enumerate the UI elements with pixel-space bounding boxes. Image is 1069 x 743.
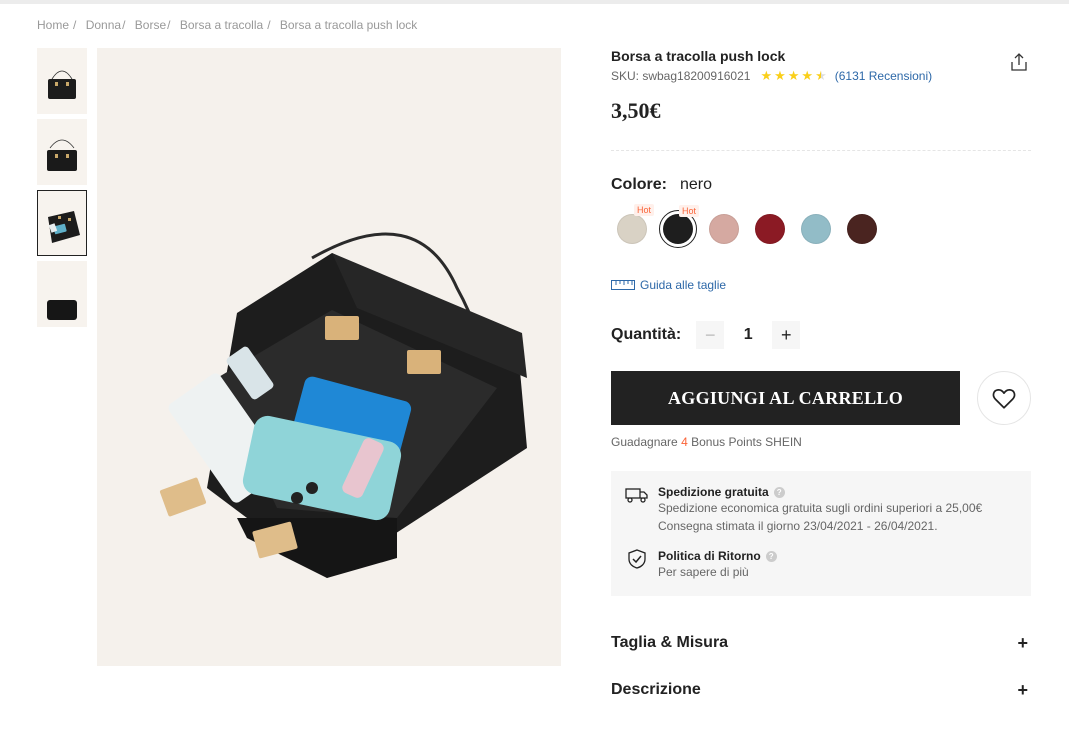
quantity-label: Quantità: (611, 326, 682, 343)
cart-row: AGGIUNGI AL CARRELLO (611, 371, 1031, 425)
help-icon[interactable]: ? (765, 550, 777, 562)
breadcrumb-current: Borsa a tracolla push lock (279, 18, 418, 32)
thumbnail-3-selected[interactable] (37, 190, 87, 256)
shield-check-icon (628, 549, 646, 569)
thumbnail-list (37, 48, 87, 332)
quantity-increase-button[interactable]: + (772, 321, 801, 349)
bag-back-image (47, 300, 77, 320)
swatch-marrone[interactable] (843, 210, 881, 248)
return-item: Politica di Ritorno ? Per sapere di più (625, 549, 1019, 581)
swatch-nero-selected[interactable]: Hot (659, 205, 699, 248)
color-value: nero (680, 176, 713, 193)
swatch-color (663, 214, 693, 244)
star-icon: ★ (801, 68, 814, 83)
rating-stars: ★ ★ ★ ★ ★ (760, 68, 828, 84)
points-prefix: Guadagnare (611, 435, 678, 449)
quantity-input[interactable] (724, 321, 773, 349)
reviews-link[interactable]: (6131 Recensioni) (835, 69, 932, 83)
swatch-rosa[interactable] (705, 210, 743, 248)
shipping-line-1: Spedizione economica gratuita sugli ordi… (658, 501, 983, 515)
swatch-bordeaux[interactable] (751, 210, 789, 248)
star-icon: ★ (774, 68, 786, 83)
shipping-item: Spedizione gratuita ? Spedizione economi… (625, 485, 1019, 535)
bag-front-image (48, 70, 76, 99)
points-value: 4 (681, 435, 688, 449)
truck-icon (625, 488, 648, 503)
shipping-title: Spedizione gratuita ? (658, 485, 982, 499)
swatch-color (709, 214, 739, 244)
help-icon[interactable]: ? (773, 486, 785, 498)
size-guide-label: Guida alle taglie (640, 278, 727, 292)
main-product-image[interactable] (97, 48, 561, 666)
shipping-line-2: Consegna stimata il giorno 23/04/2021 - … (658, 519, 938, 533)
sku-text: SKU: swbag18200916021 (611, 69, 751, 83)
wishlist-button[interactable] (977, 371, 1031, 425)
color-swatches: Hot Hot (611, 204, 1031, 248)
return-title-text: Politica di Ritorno (658, 549, 761, 563)
color-label: Colore: (611, 176, 667, 193)
size-guide-link[interactable]: Guida alle taglie (611, 278, 1031, 292)
divider (611, 150, 1031, 151)
share-icon[interactable] (1009, 52, 1029, 72)
bag-open-image (48, 211, 80, 243)
swatch-color (847, 214, 877, 244)
hot-badge: Hot (633, 204, 654, 216)
hot-badge: Hot (678, 205, 699, 217)
product-title: Borsa a tracolla push lock (611, 48, 786, 64)
swatch-beige[interactable]: Hot (613, 204, 654, 248)
accordion-description[interactable]: Descrizione + (611, 678, 1031, 702)
thumbnail-4[interactable] (37, 261, 87, 327)
swatch-azzurro[interactable] (797, 210, 835, 248)
bag-angle-image (47, 139, 77, 171)
half-star-icon: ★ (815, 68, 827, 83)
return-text[interactable]: Per sapere di più (658, 564, 777, 581)
points-suffix: Bonus Points SHEIN (691, 435, 802, 449)
shipping-info-box: Spedizione gratuita ? Spedizione economi… (611, 471, 1031, 596)
breadcrumb-donna[interactable]: Donna (86, 18, 121, 32)
shipping-title-text: Spedizione gratuita (658, 485, 769, 499)
plus-icon: + (1017, 679, 1028, 700)
breadcrumb-borsa-a-tracolla[interactable]: Borsa a tracolla (180, 18, 263, 32)
breadcrumb: Home / Donna/ Borse/ Borsa a tracolla / Bo… (37, 18, 418, 32)
accordion-title: Taglia & Misura (611, 634, 729, 651)
open-bag-illustration (159, 232, 527, 578)
thumbnail-2[interactable] (37, 119, 87, 185)
details-accordion: Taglia & Misura + Descrizione + (611, 631, 1031, 702)
product-price: 3,50€ (611, 98, 661, 123)
swatch-color (755, 214, 785, 244)
breadcrumb-home[interactable]: Home (37, 18, 69, 32)
bonus-points-text: Guadagnare 4 Bonus Points SHEIN (611, 435, 1031, 449)
sku-rating-row: SKU: swbag18200916021 ★ ★ ★ ★ ★ (6131 Re… (611, 68, 1031, 84)
ruler-icon (611, 280, 635, 290)
star-icon: ★ (760, 68, 773, 83)
color-row: Colore: nero (611, 176, 1031, 194)
star-icon: ★ (787, 68, 800, 83)
plus-icon: + (1017, 632, 1028, 653)
quantity-stepper: − + (696, 321, 801, 349)
heart-icon (992, 388, 1016, 409)
swatch-color (801, 214, 831, 244)
top-header-strip (0, 0, 1069, 4)
quantity-row: Quantità: − + (611, 321, 1031, 349)
breadcrumb-borse[interactable]: Borse (135, 18, 166, 32)
return-title: Politica di Ritorno ? (658, 549, 777, 563)
thumbnail-1[interactable] (37, 48, 87, 114)
quantity-decrease-button[interactable]: − (696, 321, 725, 349)
accordion-title: Descrizione (611, 681, 701, 698)
product-info-panel: Borsa a tracolla push lock SKU: swbag182… (611, 48, 1031, 702)
accordion-size-measure[interactable]: Taglia & Misura + (611, 631, 1031, 655)
add-to-cart-button[interactable]: AGGIUNGI AL CARRELLO (611, 371, 960, 425)
swatch-color (617, 214, 647, 244)
